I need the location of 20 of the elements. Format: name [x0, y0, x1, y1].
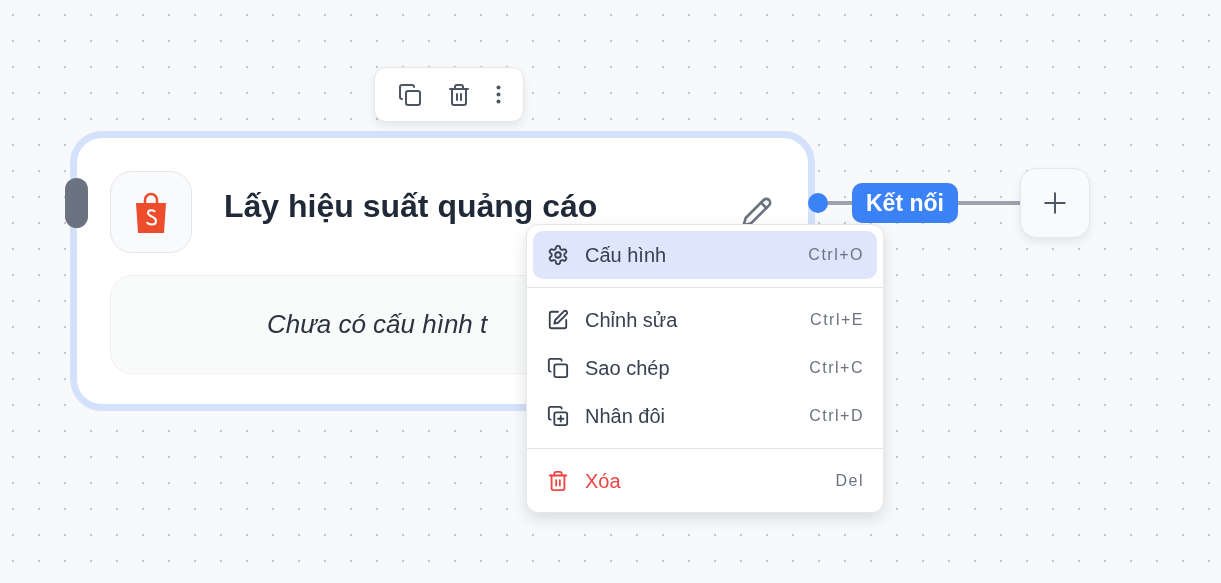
copy-icon	[547, 357, 569, 379]
menu-item[interactable]: Cấu hình Ctrl+O	[533, 231, 877, 279]
placeholder-text: Chưa có cấu hình t	[267, 309, 488, 340]
trash-icon	[547, 470, 569, 492]
duplicate-icon	[547, 405, 569, 427]
gear-icon	[547, 244, 569, 266]
trash-icon	[446, 82, 471, 107]
output-handle[interactable]	[808, 193, 828, 213]
node-title: Lấy hiệu suất quảng cáo	[224, 189, 599, 227]
plus-icon	[1042, 190, 1068, 216]
edit-icon	[547, 309, 569, 331]
copy-icon	[397, 82, 422, 107]
input-handle[interactable]	[65, 178, 88, 228]
shortcut-text: Del	[835, 472, 864, 490]
add-node-button[interactable]	[1020, 168, 1090, 238]
more-button[interactable]	[493, 83, 503, 106]
menu-item[interactable]: Xóa Del	[533, 457, 877, 505]
shopping-bag-icon	[134, 191, 168, 233]
connection-label[interactable]: Kết nối	[852, 183, 958, 223]
more-icon	[495, 85, 501, 104]
